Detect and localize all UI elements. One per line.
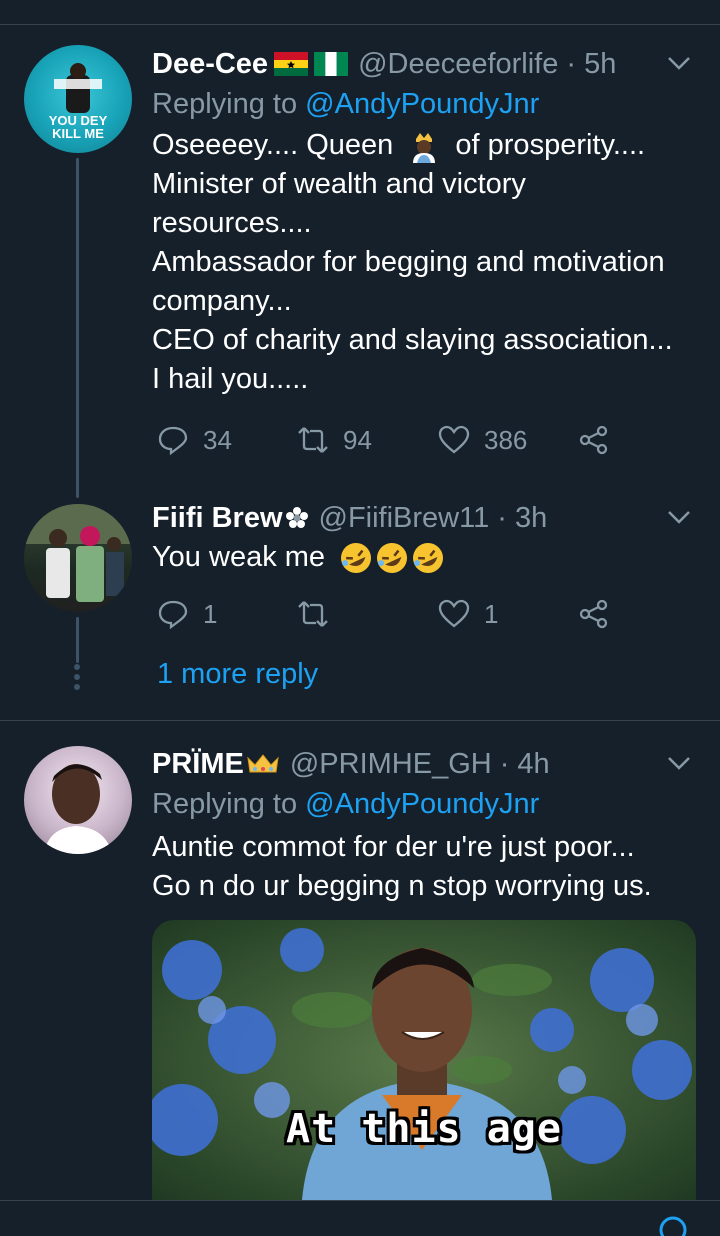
display-name[interactable]: PRÏME bbox=[152, 748, 244, 781]
share-icon bbox=[579, 599, 608, 629]
tweet-text: You weak me bbox=[152, 538, 696, 577]
replying-to: Replying to @AndyPoundyJnr bbox=[152, 784, 696, 824]
replying-to-link[interactable]: @AndyPoundyJnr bbox=[305, 788, 539, 820]
user-handle[interactable]: @FiifiBrew11 bbox=[319, 502, 490, 535]
retweet-icon bbox=[298, 427, 328, 453]
text-line-5: Ambassador for begging and motivation bbox=[152, 246, 665, 278]
retweet-icon bbox=[298, 601, 328, 627]
text-line-1: Oseeeey.... Queen bbox=[152, 129, 394, 161]
like-button[interactable]: 386 bbox=[438, 420, 527, 460]
thread-line bbox=[76, 617, 79, 663]
tweet-actions: 1 1 bbox=[152, 594, 672, 634]
text-line-3: Minister of wealth and victory bbox=[152, 168, 526, 200]
crown-icon bbox=[247, 754, 279, 773]
text-line-4: resources.... bbox=[152, 207, 312, 239]
replying-to-link[interactable]: @AndyPoundyJnr bbox=[305, 88, 539, 120]
like-button[interactable]: 1 bbox=[438, 594, 498, 634]
thread-line bbox=[76, 158, 79, 498]
text-line-7: CEO of charity and slaying association..… bbox=[152, 324, 673, 356]
avatar[interactable] bbox=[24, 504, 132, 612]
avatar-image bbox=[24, 504, 132, 602]
replying-to-prefix: Replying to bbox=[152, 788, 306, 820]
timestamp[interactable]: · 3h bbox=[497, 502, 547, 535]
heart-icon bbox=[438, 599, 470, 628]
text-line-2: of prosperity.... bbox=[455, 129, 646, 161]
reply-button[interactable]: 1 bbox=[157, 594, 217, 634]
tweet-text-content: You weak me bbox=[152, 541, 326, 573]
thread-dots bbox=[74, 664, 80, 694]
reply-count: 1 bbox=[203, 598, 218, 629]
avatar-text-line2: KILL ME bbox=[52, 126, 104, 141]
chevron-down-icon[interactable] bbox=[666, 504, 692, 530]
display-name[interactable]: Fiifi Brew bbox=[152, 502, 283, 535]
heart-icon bbox=[438, 425, 470, 454]
flower-badge-icon bbox=[285, 507, 308, 528]
text-line-1: Auntie commot for der u're just poor... bbox=[152, 831, 635, 863]
text-line-8: I hail you..... bbox=[152, 363, 309, 395]
retweet-button[interactable]: 94 bbox=[297, 420, 372, 460]
user-handle[interactable]: @Deeceeforlife bbox=[358, 48, 558, 81]
share-button[interactable] bbox=[578, 594, 610, 634]
queen-emoji-icon bbox=[413, 133, 436, 164]
share-button[interactable] bbox=[578, 420, 610, 460]
avatar-image bbox=[44, 764, 112, 854]
timestamp[interactable]: · 5h bbox=[566, 48, 616, 81]
replying-to: Replying to @AndyPoundyJnr bbox=[152, 84, 696, 124]
share-icon bbox=[579, 425, 608, 455]
tweet-header: Fiifi Brew @FiifiBrew11 · 3h bbox=[152, 498, 696, 538]
reply-button[interactable]: 34 bbox=[157, 420, 232, 460]
retweet-button[interactable] bbox=[297, 594, 343, 634]
replying-to-prefix: Replying to bbox=[152, 88, 306, 120]
text-line: Oseeeey.... Queen of prosperity.... bbox=[152, 126, 696, 165]
more-replies-link[interactable]: 1 more reply bbox=[157, 658, 318, 691]
reply-icon bbox=[158, 600, 188, 630]
avatar[interactable]: YOU DEY KILL ME bbox=[24, 45, 132, 153]
text-line-2: Go n do ur begging n stop worrying us. bbox=[152, 870, 652, 902]
text-line-6: company... bbox=[152, 285, 292, 317]
like-count: 1 bbox=[484, 598, 499, 629]
nigeria-flag-icon bbox=[314, 52, 349, 76]
media-caption: At this age bbox=[286, 1106, 562, 1152]
bottom-bar bbox=[0, 1200, 720, 1236]
tweet-text: Oseeeey.... Queen of prosperity.... Mini… bbox=[152, 126, 696, 399]
like-count: 386 bbox=[484, 424, 528, 455]
tweet-divider bbox=[0, 720, 720, 721]
tweet-text: Auntie commot for der u're just poor... … bbox=[152, 828, 696, 906]
ghana-flag-icon bbox=[274, 52, 309, 76]
reply-count: 34 bbox=[203, 424, 232, 455]
top-divider bbox=[0, 24, 720, 25]
chevron-down-icon[interactable] bbox=[666, 50, 692, 76]
rolling-laughing-emoji-icon bbox=[341, 543, 444, 574]
avatar-image: YOU DEY KILL ME bbox=[49, 63, 108, 141]
retweet-count: 94 bbox=[343, 424, 372, 455]
tweet-media-gif[interactable]: At this age bbox=[152, 920, 696, 1200]
user-handle[interactable]: @PRIMHE_GH bbox=[290, 748, 492, 781]
timestamp[interactable]: · 4h bbox=[500, 748, 550, 781]
tweet-header: Dee-Cee @Deeceeforlife · 5h bbox=[152, 44, 696, 84]
display-name[interactable]: Dee-Cee bbox=[152, 48, 268, 81]
tweet-header: PRÏME @PRIMHE_GH · 4h bbox=[152, 744, 696, 784]
media-image bbox=[152, 920, 696, 1200]
tweet-actions: 34 94 386 bbox=[152, 420, 672, 460]
compose-icon[interactable] bbox=[658, 1215, 688, 1236]
reply-icon bbox=[158, 426, 188, 456]
avatar[interactable] bbox=[24, 746, 132, 854]
chevron-down-icon[interactable] bbox=[666, 750, 692, 776]
